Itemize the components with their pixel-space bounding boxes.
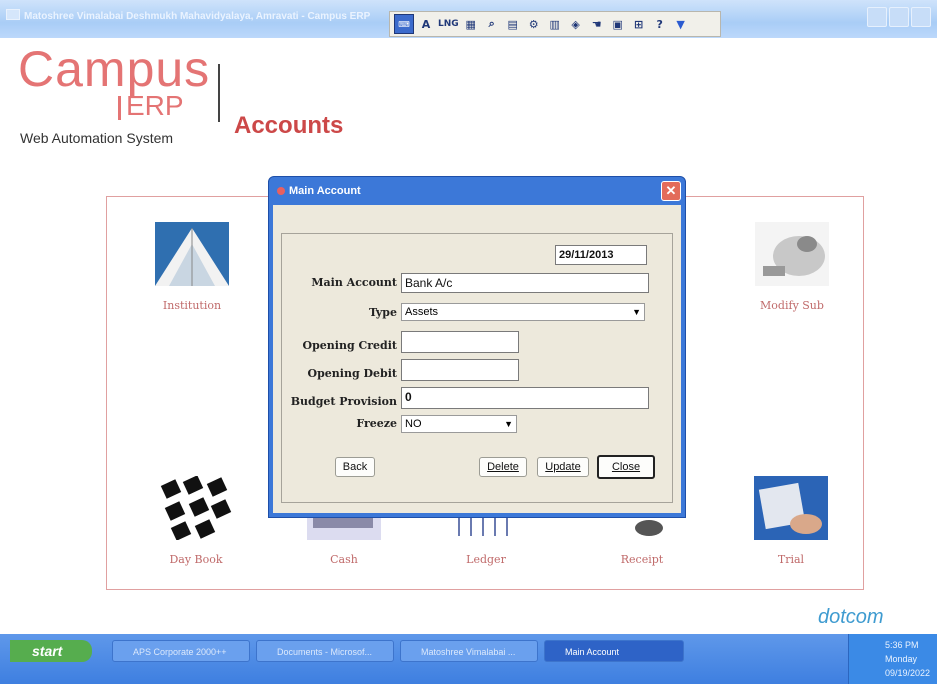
date-field[interactable]: 29/11/2013 xyxy=(555,245,647,265)
logo-campus: Campus xyxy=(18,41,211,97)
brand-logo: dotcom xyxy=(818,606,884,628)
langbar-item-a[interactable]: A xyxy=(417,15,435,33)
keypad-icon[interactable]: ⊞ xyxy=(630,15,648,33)
back-button[interactable]: Back xyxy=(335,457,375,477)
langbar-item-lng[interactable]: LNG xyxy=(438,15,459,33)
freeze-select-value: NO xyxy=(405,418,422,430)
update-button[interactable]: Update xyxy=(537,457,589,477)
tool-icon[interactable]: ▦ xyxy=(462,15,480,33)
clock-time[interactable]: 5:36 PM xyxy=(885,640,919,650)
institution-icon xyxy=(155,222,229,286)
tile-label: Trial xyxy=(777,553,805,566)
tile-label: Ledger xyxy=(466,553,506,566)
type-label: Type xyxy=(368,306,397,319)
freeze-label: Freeze xyxy=(356,417,397,430)
taskbar-item-main-account[interactable]: Main Account xyxy=(544,640,684,662)
dropdown-arrow-icon: ▼ xyxy=(504,419,513,429)
logo-divider xyxy=(118,96,121,120)
opening-credit-label: Opening Credit xyxy=(302,339,397,352)
logo-separator xyxy=(218,64,220,122)
main-account-label: Main Account xyxy=(311,276,397,289)
window-titlebar: Matoshree Vimalabai Deshmukh Mahavidyala… xyxy=(0,0,937,38)
delete-button[interactable]: Delete xyxy=(479,457,527,477)
clock-day: Monday xyxy=(885,654,918,664)
dialog-body: 29/11/2013 Main Account Bank A/c Type As… xyxy=(273,205,681,513)
minimize-button[interactable] xyxy=(867,7,887,27)
keyboard-keys-icon xyxy=(159,475,233,541)
dialog-title: Main Account xyxy=(289,185,361,197)
chevron-down-icon[interactable]: ▼ xyxy=(672,15,690,33)
dropdown-arrow-icon: ▼ xyxy=(632,307,641,317)
pad-icon[interactable]: ▤ xyxy=(504,15,522,33)
tile-modify-sub[interactable]: Modify Sub xyxy=(742,222,842,312)
tile-label: Institution xyxy=(162,299,222,312)
start-button[interactable]: start xyxy=(10,640,92,662)
main-account-dialog: Main Account ✕ 29/11/2013 Main Account B… xyxy=(268,176,686,518)
taskbar-item-aps[interactable]: APS Corporate 2000++ xyxy=(112,640,250,662)
maximize-button[interactable] xyxy=(889,7,909,27)
trial-icon xyxy=(754,476,828,540)
taskbar-item-matoshree[interactable]: Matoshree Vimalabai ... xyxy=(400,640,538,662)
shape-icon[interactable]: ◈ xyxy=(567,15,585,33)
tile-label: Cash xyxy=(330,553,358,566)
window-title: Matoshree Vimalabai Deshmukh Mahavidyala… xyxy=(24,11,371,22)
taskbar-item-documents[interactable]: Documents - Microsof... xyxy=(256,640,394,662)
page-title: Accounts xyxy=(234,112,344,139)
clock-date: 09/19/2022 xyxy=(885,668,931,678)
tile-label: Receipt xyxy=(620,553,664,566)
grid-icon[interactable]: ▣ xyxy=(609,15,627,33)
freeze-select[interactable]: NO ▼ xyxy=(401,415,517,433)
language-bar[interactable]: ⌨ A LNG ▦ ⌕ ▤ ⚙ ▥ ◈ ☚ ▣ ⊞ ? ▼ xyxy=(389,11,721,37)
main-account-field[interactable]: Bank A/c xyxy=(401,273,649,293)
opening-credit-field[interactable] xyxy=(401,331,519,353)
budget-provision-label: Budget Provision xyxy=(290,395,397,408)
app-window-icon xyxy=(6,9,20,20)
logo-erp: ERP xyxy=(126,90,184,121)
logo-subtitle: Web Automation System xyxy=(20,130,174,146)
budget-provision-field[interactable]: 0 xyxy=(401,387,649,409)
close-button[interactable]: Close xyxy=(597,455,655,479)
opening-debit-field[interactable] xyxy=(401,359,519,381)
type-select-value: Assets xyxy=(405,306,439,318)
magnifier-icon[interactable]: ⌕ xyxy=(483,15,501,33)
close-window-button[interactable] xyxy=(911,7,931,27)
chart-icon[interactable]: ▥ xyxy=(546,15,564,33)
tile-label: Modify Sub xyxy=(760,299,824,312)
opening-debit-label: Opening Debit xyxy=(307,367,397,380)
window-controls xyxy=(867,7,931,27)
modify-sub-icon xyxy=(755,222,829,286)
dialog-app-icon xyxy=(277,187,285,195)
tile-institution[interactable]: Institution xyxy=(142,222,242,312)
keyboard-icon[interactable]: ⌨ xyxy=(394,14,414,34)
hand-icon[interactable]: ☚ xyxy=(588,15,606,33)
dialog-close-icon[interactable]: ✕ xyxy=(661,181,681,201)
tile-label: Day Book xyxy=(169,553,223,566)
tile-trial[interactable]: Trial xyxy=(741,476,841,566)
help-icon[interactable]: ? xyxy=(651,15,669,33)
settings-icon[interactable]: ⚙ xyxy=(525,15,543,33)
tile-day-book[interactable]: Day Book xyxy=(146,475,246,566)
system-tray: 5:36 PM Monday 09/19/2022 xyxy=(848,634,937,684)
type-select[interactable]: Assets ▼ xyxy=(401,303,645,321)
taskbar: start APS Corporate 2000++ Documents - M… xyxy=(0,634,937,684)
